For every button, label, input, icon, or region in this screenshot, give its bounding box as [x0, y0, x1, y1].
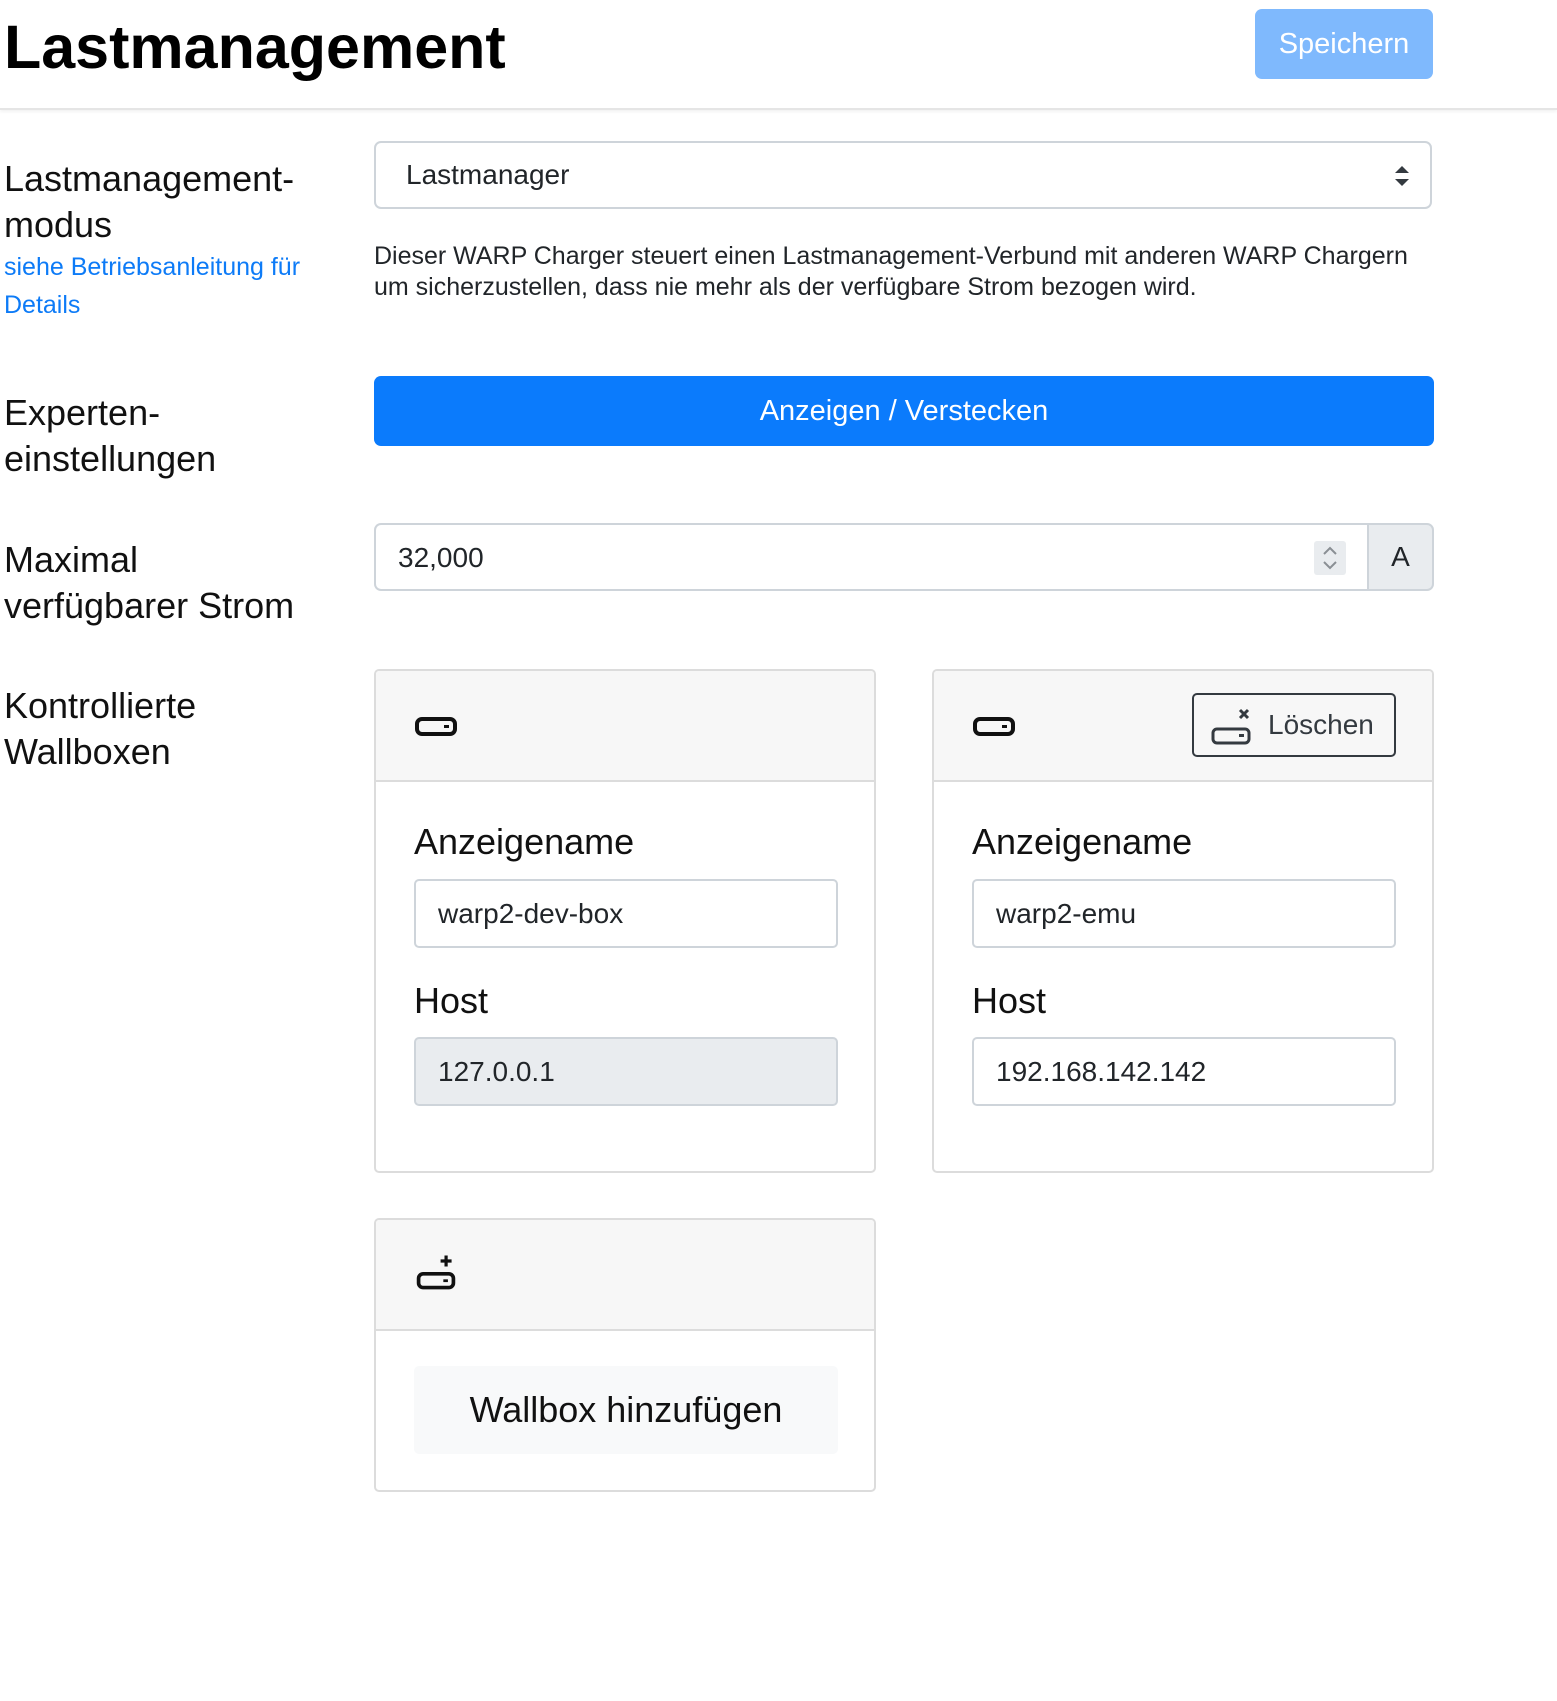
add-wallbox-button[interactable]: Wallbox hinzufügen: [414, 1366, 838, 1454]
display-name-value: warp2-dev-box: [438, 898, 624, 929]
add-wallbox-card-header: [376, 1220, 874, 1331]
host-label: Host: [972, 980, 1047, 1021]
host-value: 127.0.0.1: [438, 1056, 555, 1087]
host-input-readonly: 127.0.0.1: [414, 1037, 838, 1106]
select-arrows-icon: [1395, 166, 1409, 186]
expert-label: Experten-einstellungen: [4, 392, 217, 479]
wallbox-card-header: [376, 671, 874, 782]
save-button[interactable]: Speichern: [1255, 9, 1433, 79]
max-current-label: Maximal verfügbarer Strom: [4, 539, 295, 626]
mode-select[interactable]: Lastmanager: [374, 141, 1432, 209]
delete-wallbox-button[interactable]: Löschen: [1192, 693, 1396, 757]
host-input[interactable]: 192.168.142.142: [972, 1037, 1396, 1106]
page-title: Lastmanagement: [4, 13, 506, 81]
page-header: Lastmanagement Speichern: [0, 0, 1557, 110]
toggle-expert-button[interactable]: Anzeigen / Verstecken: [374, 376, 1434, 446]
charger-add-icon: [416, 1255, 456, 1290]
delete-label: Löschen: [1268, 709, 1374, 740]
manual-link[interactable]: siehe Betriebsanleitung für Details: [4, 248, 334, 324]
wallbox-card-header: Löschen: [934, 671, 1432, 782]
mode-label: Lastmanagement-modus: [4, 158, 295, 245]
display-name-label: Anzeigename: [972, 821, 1193, 862]
charger-icon: [415, 717, 457, 736]
host-label: Host: [414, 980, 489, 1021]
max-current-input[interactable]: 32,000: [374, 523, 1368, 591]
wallboxes-label: Kontrollierte Wallboxen: [4, 685, 197, 772]
wallbox-card: Löschen Anzeigename warp2-emu Host 192.1…: [932, 669, 1434, 1173]
display-name-input[interactable]: warp2-dev-box: [414, 879, 838, 948]
display-name-value: warp2-emu: [996, 898, 1137, 929]
mode-description: Dieser WARP Charger steuert einen Lastma…: [374, 242, 1408, 301]
charger-icon: [973, 717, 1015, 736]
mode-select-value: Lastmanager: [406, 159, 570, 190]
spinner-arrows-icon[interactable]: [1314, 541, 1346, 575]
display-name-input[interactable]: warp2-emu: [972, 879, 1396, 948]
add-wallbox-card: Wallbox hinzufügen: [374, 1218, 876, 1492]
display-name-label: Anzeigename: [414, 821, 635, 862]
charger-remove-icon: [1211, 708, 1251, 745]
max-current-value: 32,000: [398, 542, 484, 573]
current-unit: A: [1367, 523, 1434, 591]
wallbox-card: Anzeigename warp2-dev-box Host 127.0.0.1: [374, 669, 876, 1173]
host-value: 192.168.142.142: [996, 1056, 1207, 1087]
